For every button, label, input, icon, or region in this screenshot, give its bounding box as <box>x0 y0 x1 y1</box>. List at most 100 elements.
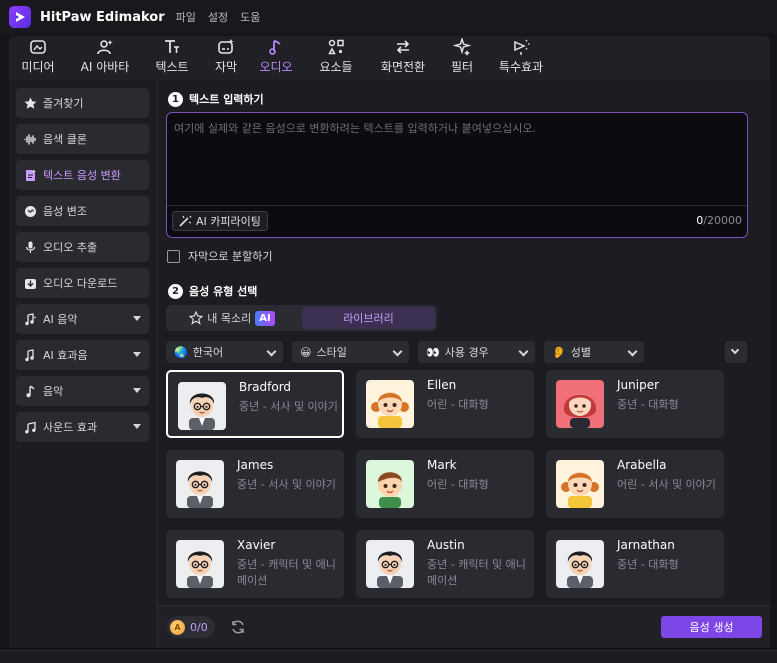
credits-count: 0/0 <box>190 620 208 634</box>
ai-sfx-icon <box>25 348 34 361</box>
step-title: 음성 유형 선택 <box>189 285 258 298</box>
voice-card-arabella[interactable]: Arabella 어린 - 서사 및 이야기 <box>546 450 724 518</box>
voice-name: Bradford <box>239 380 292 394</box>
tts-text-input[interactable] <box>174 120 739 200</box>
filter-label: 성별 <box>570 346 591 359</box>
tab-transition[interactable]: 화면전환 <box>375 38 431 78</box>
menu-help[interactable]: 도움 <box>240 9 260 25</box>
magic-wand-icon <box>179 215 192 227</box>
sidebar-item-label: 즐겨찾기 <box>43 97 84 110</box>
tab-media[interactable]: 미디어 <box>19 38 57 78</box>
sidebar-item-voice-changer[interactable]: 음성 변조 <box>16 196 149 226</box>
voice-avatar <box>176 460 224 508</box>
sidebar-item-ai-sfx[interactable]: AI 효과음 <box>16 340 149 370</box>
voice-card-ellen[interactable]: Ellen 어린 - 대화형 <box>356 370 534 438</box>
voice-avatar <box>366 380 414 428</box>
voice-card-mark[interactable]: Mark 어린 - 대화형 <box>356 450 534 518</box>
ai-copywriting-button[interactable]: AI 카피라이팅 <box>172 211 268 231</box>
step-number: 2 <box>168 283 183 299</box>
step-number: 1 <box>168 91 183 107</box>
voice-card-juniper[interactable]: Juniper 중년 - 대화형 <box>546 370 724 438</box>
style-filter-dropdown[interactable]: 😀 스타일 <box>292 341 409 363</box>
tab-label: 오디오 <box>259 60 293 74</box>
text-input-box: AI 카피라이팅 0/20000 <box>166 112 748 238</box>
language-filter-dropdown[interactable]: 🌏 한국어 <box>166 341 283 363</box>
sidebar-item-label: 텍스트 음성 변환 <box>43 169 121 182</box>
music-icon <box>26 385 35 397</box>
expand-filters-button[interactable] <box>725 341 747 363</box>
tts-panel: 1 텍스트 입력하기 AI 카피라이팅 0/20000 자막으로 분할하기 2 … <box>158 80 770 648</box>
tab-text[interactable]: 텍스트 <box>152 38 192 78</box>
sidebar-item-label: 오디오 다운로드 <box>43 277 118 290</box>
voice-description: 어린 - 서사 및 이야기 <box>617 478 716 491</box>
sidebar-item-audio-download[interactable]: 오디오 다운로드 <box>16 268 149 298</box>
sidebar-item-ai-music[interactable]: AI 음악 <box>16 304 149 334</box>
refresh-icon[interactable] <box>230 619 246 635</box>
sidebar-item-sound-effect[interactable]: 사운드 효과 <box>16 412 149 442</box>
timeline-toolbar-edge <box>0 650 777 663</box>
voice-card-james[interactable]: James 중년 - 서사 및 이야기 <box>166 450 344 518</box>
filter-label: 스타일 <box>316 346 347 359</box>
voice-description: 어린 - 대화형 <box>427 478 489 491</box>
elements-icon <box>328 39 344 55</box>
tab-filter[interactable]: 필터 <box>448 38 476 78</box>
sidebar-item-label: 음색 클론 <box>43 133 87 146</box>
voice-card-austin[interactable]: Austin 중년 - 캐릭터 및 애니메이션 <box>356 530 534 598</box>
split-subtitle-option[interactable]: 자막으로 분할하기 <box>167 248 272 264</box>
voice-card-jarnathan[interactable]: Jarnathan 중년 - 대화형 <box>546 530 724 598</box>
generate-voice-button[interactable]: 음성 생성 <box>661 616 762 638</box>
menu-settings[interactable]: 설정 <box>208 9 228 25</box>
tab-ai-avatar[interactable]: AI 아바타 <box>76 38 134 78</box>
title-bar: HitPaw Edimakor 파일 설정 도움 <box>0 0 777 34</box>
ear-icon: 👂 <box>552 345 566 359</box>
voice-description: 어린 - 대화형 <box>427 398 489 411</box>
voice-description: 중년 - 대화형 <box>617 398 679 411</box>
coin-icon: A <box>170 619 185 635</box>
divider <box>167 205 747 206</box>
subtitle-icon <box>218 39 234 54</box>
voice-name: Xavier <box>237 538 276 552</box>
smile-icon: 😀 <box>300 345 312 359</box>
tab-audio[interactable]: 오디오 <box>256 38 296 78</box>
voice-description: 중년 - 서사 및 이야기 <box>237 478 336 491</box>
ai-copywriting-label: AI 카피라이팅 <box>196 215 261 228</box>
gender-filter-dropdown[interactable]: 👂 성별 <box>544 341 644 363</box>
microphone-icon <box>25 241 36 253</box>
sidebar-item-voice-clone[interactable]: 음색 클론 <box>16 124 149 154</box>
eyes-icon: 👀 <box>426 345 440 359</box>
chevron-down-icon <box>133 388 141 393</box>
filter-label: 사용 경우 <box>444 346 489 359</box>
split-subtitle-label: 자막으로 분할하기 <box>188 250 273 263</box>
sidebar-item-label: AI 음악 <box>43 313 78 326</box>
voice-name: Ellen <box>427 378 457 392</box>
transition-icon <box>396 40 410 54</box>
voice-card-xavier[interactable]: Xavier 중년 - 캐릭터 및 애니메이션 <box>166 530 344 598</box>
tab-label: 자막 <box>214 60 238 74</box>
sidebar-item-music[interactable]: 음악 <box>16 376 149 406</box>
sidebar-item-favorites[interactable]: 즐겨찾기 <box>16 88 149 118</box>
tab-effects[interactable]: 특수효과 <box>493 38 549 78</box>
app-title: HitPaw Edimakor <box>40 9 165 25</box>
tab-subtitle[interactable]: 자막 <box>211 38 241 78</box>
menu-file[interactable]: 파일 <box>176 9 196 25</box>
tab-elements[interactable]: 요소들 <box>315 38 357 78</box>
tab-label: 텍스트 <box>155 60 189 74</box>
tab-my-voice[interactable]: 내 목소리 AI <box>168 307 296 329</box>
char-counter: 0/20000 <box>696 214 742 227</box>
sidebar-item-text-to-speech[interactable]: 텍스트 음성 변환 <box>16 160 149 190</box>
bottom-action-bar: A 0/0 음성 생성 <box>158 605 770 648</box>
sidebar: 즐겨찾기 음색 클론 텍스트 음성 변환 음성 변조 오디오 추출 오디오 다운… <box>9 80 158 648</box>
use-case-filter-dropdown[interactable]: 👀 사용 경우 <box>418 341 535 363</box>
tab-library[interactable]: 라이브러리 <box>302 307 435 329</box>
voice-changer-icon <box>25 205 36 217</box>
sidebar-item-label: 사운드 효과 <box>43 421 98 434</box>
media-icon <box>30 40 46 54</box>
tab-label: 화면전환 <box>380 60 426 74</box>
voice-card-bradford[interactable]: Bradford 중년 - 서사 및 이야기 <box>166 370 344 438</box>
sidebar-item-audio-extract[interactable]: 오디오 추출 <box>16 232 149 262</box>
filter-label: 한국어 <box>192 346 224 359</box>
tab-label: 특수효과 <box>498 60 544 74</box>
text-icon <box>165 40 179 53</box>
split-subtitle-checkbox[interactable] <box>167 249 180 263</box>
chevron-down-icon <box>518 346 529 357</box>
